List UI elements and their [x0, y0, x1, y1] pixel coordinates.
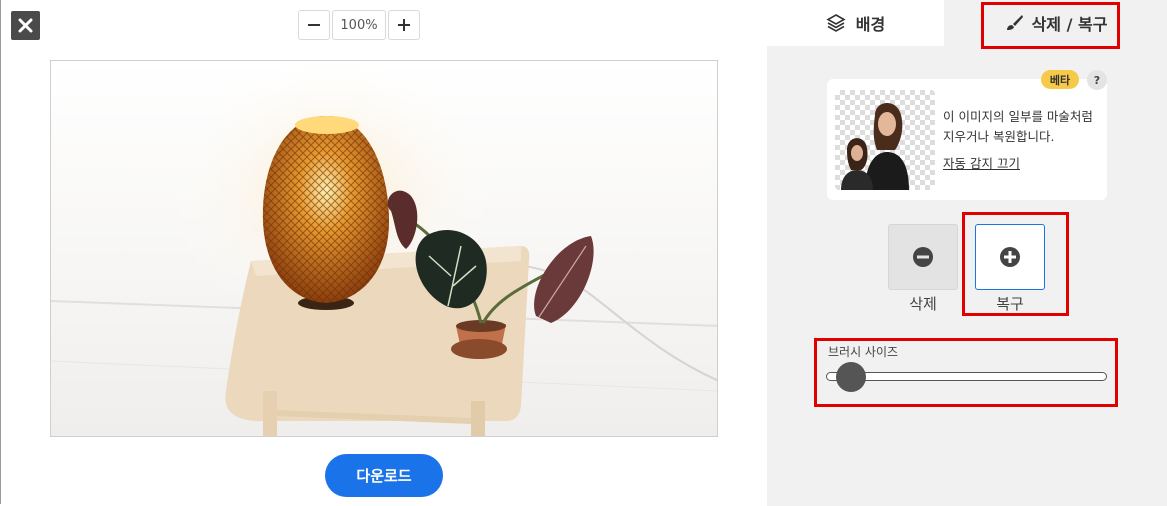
close-button[interactable] [11, 11, 40, 40]
beta-badge: 베타 [1041, 70, 1079, 89]
erase-mode-button[interactable] [888, 224, 958, 290]
zoom-level: 100% [332, 10, 386, 40]
photo-lamp-plant [51, 61, 717, 436]
minus-circle-icon [913, 247, 933, 267]
info-description: 이 이미지의 일부를 마술처럼 지우거나 복원합니다. [943, 109, 1093, 144]
image-canvas[interactable] [50, 60, 718, 437]
download-button[interactable]: 다운로드 [325, 454, 443, 497]
zoom-controls: 100% [298, 10, 420, 40]
example-people-image [841, 102, 909, 190]
erase-mode-label: 삭제 [909, 295, 937, 313]
highlight-restore-button [962, 212, 1069, 316]
zoom-in-button[interactable] [388, 10, 420, 40]
highlight-brush-size [814, 338, 1118, 407]
close-icon [18, 18, 33, 33]
auto-detect-off-link[interactable]: 자동 감지 끄기 [943, 153, 1020, 172]
example-thumbnail [835, 90, 935, 190]
help-button[interactable]: ? [1087, 70, 1107, 90]
tab-background-label: 배경 [855, 15, 886, 34]
layers-icon [826, 14, 846, 32]
tab-background[interactable]: 배경 [767, 0, 944, 46]
minus-icon [308, 24, 320, 26]
plus-icon [398, 19, 410, 31]
highlight-tab-erase-restore [981, 2, 1120, 49]
zoom-out-button[interactable] [298, 10, 330, 40]
